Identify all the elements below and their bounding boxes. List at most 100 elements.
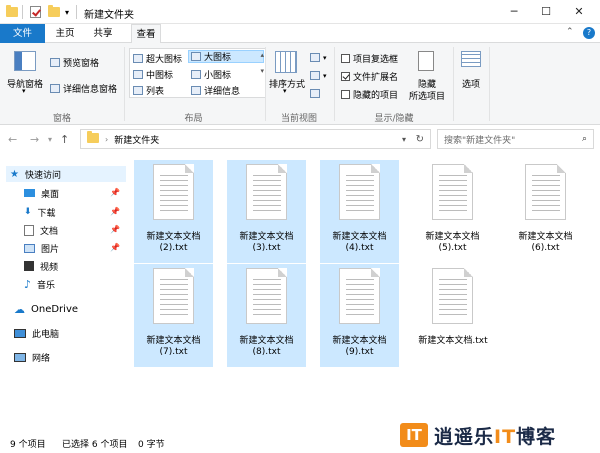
sidebar-item-music[interactable]: ♪ 音乐 [24,276,55,292]
layout-list-label: 列表 [146,87,165,97]
pin-icon[interactable]: 📌 [110,207,120,216]
tab-home[interactable]: 主页 [50,24,80,43]
file-extensions-label: 文件扩展名 [353,73,399,83]
file-name: 新建文本文档 (4).txt [332,232,387,253]
file-item[interactable]: 新建文本文档 (6).txt [506,160,585,263]
file-item[interactable]: 新建文本文档 (3).txt [227,160,306,263]
sidebar-item-desktop[interactable]: 桌面 [24,185,59,201]
pin-icon[interactable]: 📌 [110,243,120,252]
sidebar-item-onedrive[interactable]: ☁ OneDrive [14,301,78,317]
group-by-button[interactable]: ▾ [310,53,327,62]
preview-pane-label: 预览窗格 [63,59,100,69]
back-arrow-icon[interactable]: ← [8,133,17,146]
details-pane-button[interactable]: 详细信息窗格 [50,82,117,95]
video-icon [24,261,34,271]
navigation-pane-button[interactable]: 导航窗格 ▾ [4,49,46,95]
new-folder-icon[interactable] [48,5,60,19]
sidebar-item-videos[interactable]: 视频 [24,258,58,274]
pin-icon[interactable]: 📌 [110,188,120,197]
file-item[interactable]: 新建文本文档.txt [413,264,492,367]
breadcrumb-separator-icon[interactable]: › [105,135,108,144]
sidebar-item-network[interactable]: 网络 [14,349,50,365]
search-placeholder: 搜索"新建文件夹" [444,135,516,146]
maximize-button[interactable]: ☐ [532,2,560,20]
layout-scroll-down-icon[interactable]: ▾ [260,67,264,75]
file-item[interactable]: 新建文本文档 (2).txt [134,160,213,263]
address-row: ← → ▾ ↑ › 新建文件夹 ▾ ↻ 搜索"新建文件夹" ⌕ [0,125,600,153]
layout-details[interactable]: 详细信息 [191,84,240,97]
item-checkboxes-checkbox[interactable] [341,54,350,63]
customize-toolbar-chevron-icon[interactable]: ▾ [65,5,69,19]
layout-scroll-up-icon[interactable]: ▴ [260,51,264,59]
close-button[interactable]: ✕ [565,2,593,20]
sort-by-button[interactable]: 排序方式 ▾ [267,49,307,99]
item-checkboxes-toggle[interactable]: 项目复选框 [341,52,398,65]
text-file-icon [432,164,473,220]
options-button[interactable]: 选项 [456,49,486,99]
properties-icon[interactable] [30,5,41,19]
file-item[interactable]: 新建文本文档 (4).txt [320,160,399,263]
download-arrow-icon: ⬇ [24,207,32,217]
layout-small-icons[interactable]: 小图标 [191,68,231,81]
up-arrow-icon[interactable]: ↑ [60,133,69,146]
minimize-button[interactable]: ─ [500,2,528,20]
address-bar[interactable]: › 新建文件夹 ▾ ↻ [80,129,431,149]
size-columns-button[interactable] [310,89,320,98]
ribbon: 导航窗格 ▾ 预览窗格 详细信息窗格 窗格 超大图标 大图标 中图标 小图标 列… [0,43,600,125]
file-item[interactable]: 新建文本文档 (5).txt [413,160,492,263]
panes-group-label: 窗格 [52,114,71,124]
layout-extra-large-label: 超大图标 [146,55,183,65]
sidebar-item-quick-access[interactable]: ★ 快速访问 [6,166,126,182]
sidebar-item-pictures[interactable]: 图片 [24,240,59,256]
file-extensions-toggle[interactable]: 文件扩展名 [341,70,398,83]
refresh-icon[interactable]: ↻ [416,134,424,145]
hidden-items-toggle[interactable]: 隐藏的项目 [341,88,398,101]
pin-icon[interactable]: 📌 [110,225,120,234]
tab-file[interactable]: 文件 [0,24,45,43]
text-file-icon [153,268,194,324]
layout-large-icons[interactable]: 大图标 [188,50,264,63]
desktop-icon [24,189,35,197]
navigation-pane: ★ 快速访问 桌面 📌 ⬇ 下载 📌 文档 📌 图片 📌 视频 ♪ 音乐 ☁ OneDr… [0,160,130,428]
layout-list[interactable]: 列表 [133,84,164,97]
file-item[interactable]: 新建文本文档 (7).txt [134,264,213,367]
forward-arrow-icon[interactable]: → [30,133,39,146]
item-checkboxes-label: 项目复选框 [353,55,399,65]
layout-large-label: 大图标 [204,53,232,63]
document-icon [24,224,34,236]
sidebar-label-network: 网络 [32,353,51,364]
add-columns-button[interactable]: ▾ [310,71,327,80]
watermark: IT 逍遥乐IT博客 [400,420,595,450]
text-file-icon [153,164,194,220]
hidden-items-checkbox[interactable] [341,90,350,99]
tab-share[interactable]: 共享 [88,24,118,43]
help-icon[interactable]: ? [583,27,595,39]
sidebar-item-downloads[interactable]: ⬇ 下载 [24,204,56,220]
file-item[interactable]: 新建文本文档 (9).txt [320,264,399,367]
file-name: 新建文本文档 (6).txt [518,232,573,253]
file-item[interactable]: 新建文本文档 (8).txt [227,264,306,367]
text-file-icon [246,164,287,220]
layout-medium-icons[interactable]: 中图标 [133,68,173,81]
sidebar-item-this-pc[interactable]: 此电脑 [14,325,59,341]
navigation-pane-icon [14,51,36,71]
group-by-icon [310,53,320,62]
search-input[interactable]: 搜索"新建文件夹" ⌕ [437,129,594,149]
item-count: 9 个项目 [10,440,46,450]
selection-size: 0 字节 [138,440,165,450]
breadcrumb-current[interactable]: 新建文件夹 [114,133,159,146]
hide-selected-button[interactable]: 隐藏 所选项目 [404,49,450,105]
sidebar-label-music: 音乐 [37,280,56,291]
file-extensions-checkbox[interactable] [341,72,350,81]
preview-pane-button[interactable]: 预览窗格 [50,56,99,69]
file-name: 新建文本文档 (5).txt [425,232,480,253]
address-history-chevron-icon[interactable]: ▾ [402,135,406,144]
sidebar-item-documents[interactable]: 文档 [24,222,58,238]
text-file-icon [246,268,287,324]
collapse-ribbon-icon[interactable]: ⌃ [566,27,574,37]
layout-extra-large-icons[interactable]: 超大图标 [133,52,182,65]
options-label: 选项 [461,80,480,90]
recent-locations-chevron-icon[interactable]: ▾ [48,135,52,144]
layout-gallery: 超大图标 大图标 中图标 小图标 列表 详细信息 ▴ ▾ [129,48,266,98]
tab-view[interactable]: 查看 [131,24,161,44]
